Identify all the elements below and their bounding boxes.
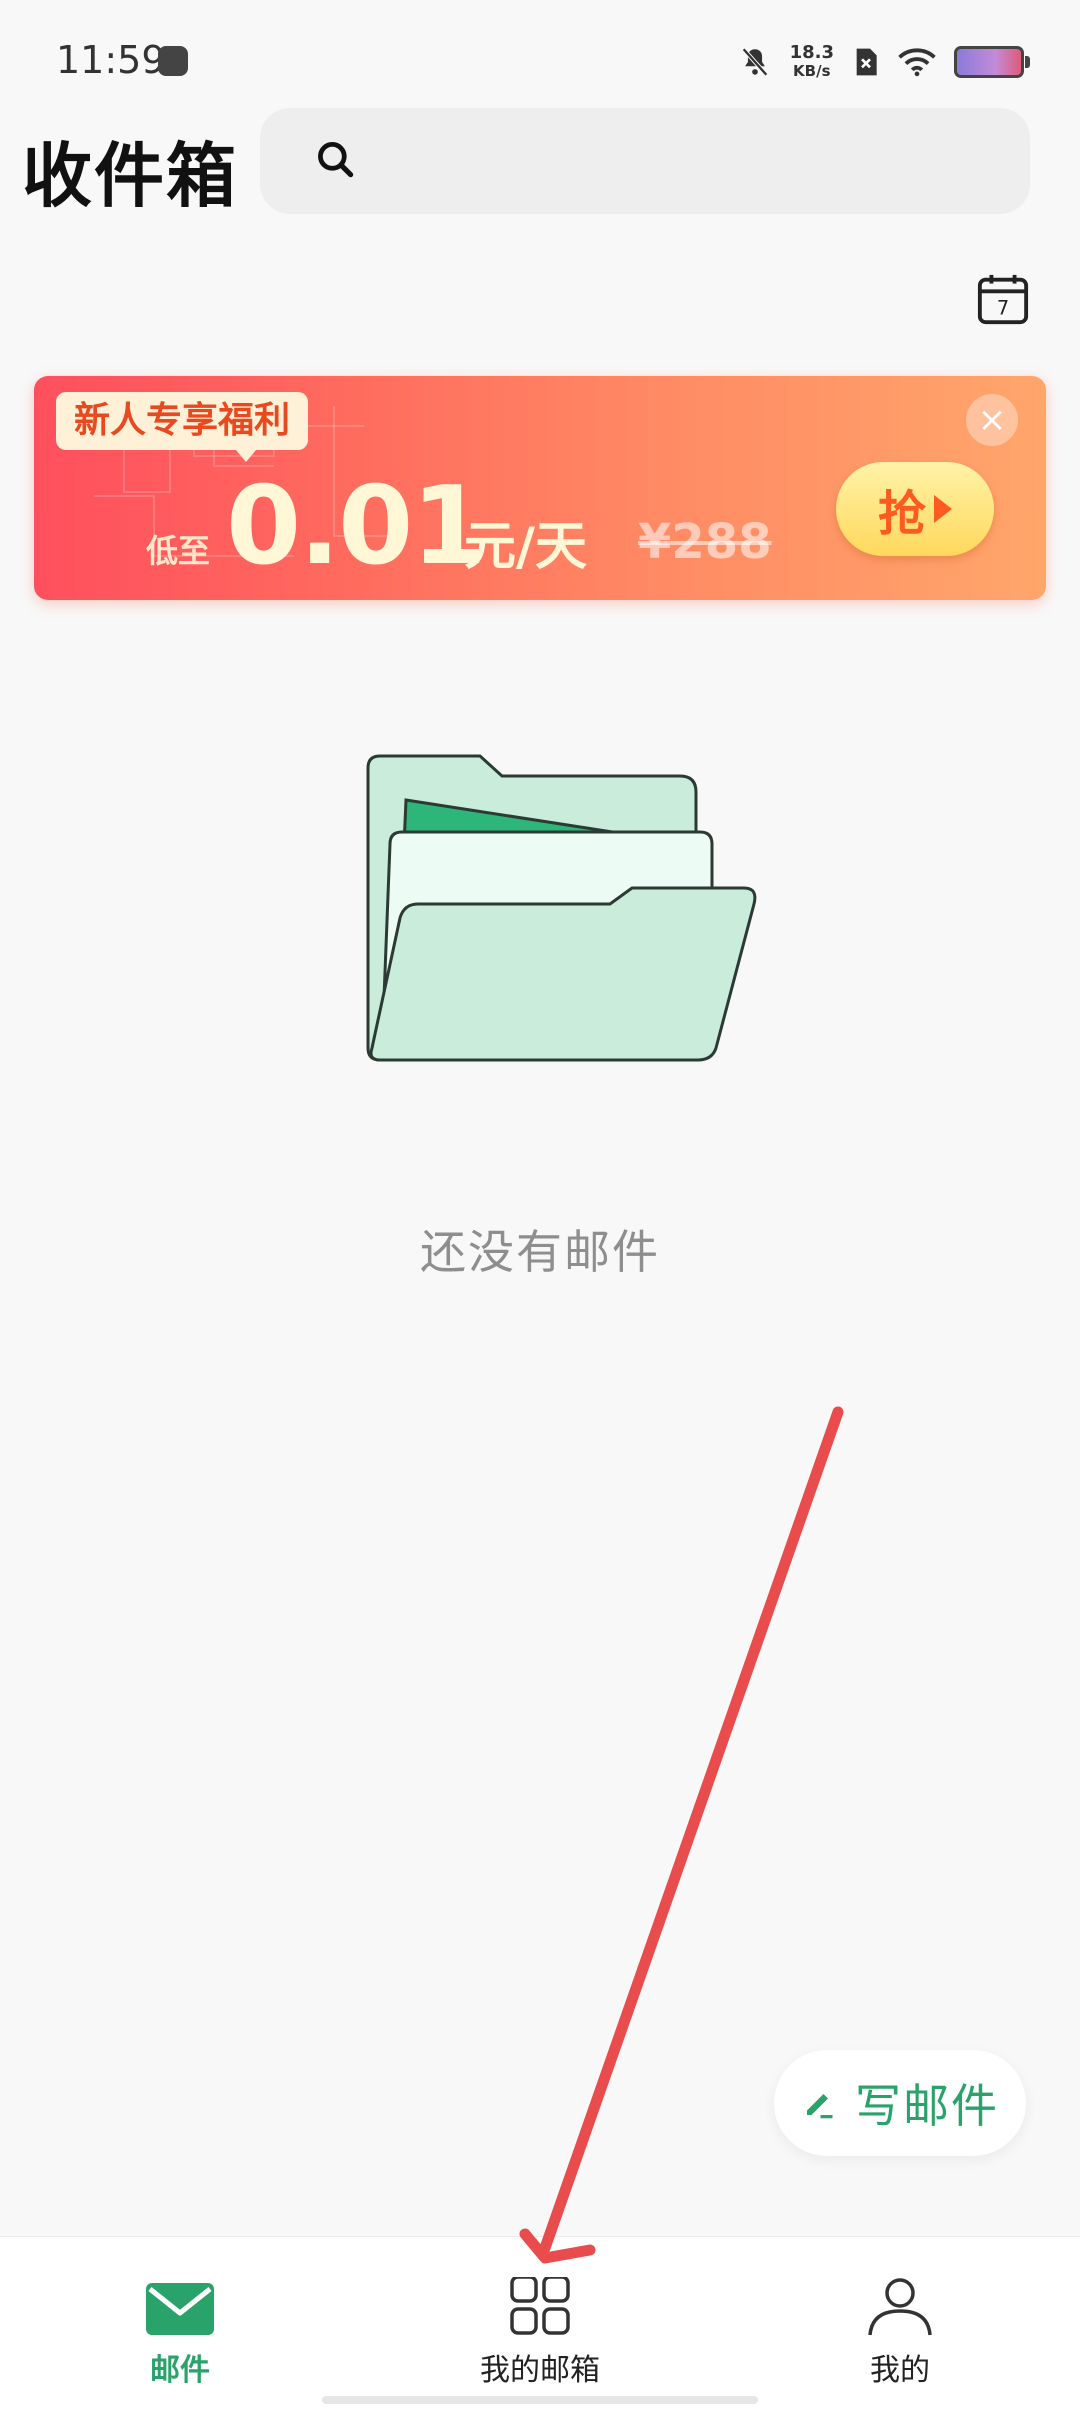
page-title: 收件箱 bbox=[22, 135, 238, 217]
person-icon bbox=[868, 2278, 932, 2336]
nav-item-label: 邮件 bbox=[150, 2353, 210, 2388]
net-speed-unit: KB/s bbox=[793, 62, 831, 80]
battery-icon bbox=[954, 46, 1030, 78]
mute-bell-icon bbox=[741, 47, 768, 77]
pencil-icon bbox=[807, 2094, 833, 2119]
nav-item-label: 我的 bbox=[870, 2353, 930, 2388]
search-icon bbox=[318, 142, 354, 178]
home-indicator bbox=[322, 2396, 758, 2404]
nav-item-my-mailbox[interactable]: 我的邮箱 bbox=[430, 2237, 650, 2409]
grab-button[interactable]: 抢 bbox=[836, 462, 994, 556]
status-time: 11:59 bbox=[56, 38, 166, 82]
nav-item-mail[interactable]: 邮件 bbox=[70, 2237, 290, 2409]
status-icons: 18.3 KB/s bbox=[738, 42, 1030, 82]
nav-item-me[interactable]: 我的 bbox=[790, 2237, 1010, 2409]
promo-tag: 新人专享福利 bbox=[56, 392, 309, 462]
calendar-icon[interactable]: 7 bbox=[976, 272, 1030, 326]
net-speed-value: 18.3 bbox=[789, 42, 834, 63]
search-input[interactable] bbox=[260, 108, 1030, 214]
grab-button-label: 抢 bbox=[877, 486, 926, 542]
wifi-icon bbox=[898, 48, 936, 77]
play-arrow-icon bbox=[934, 495, 952, 523]
promo-prefix: 低至 bbox=[146, 532, 211, 570]
grid-icon bbox=[510, 2277, 570, 2335]
status-bar: 11:59 18.3 KB/s bbox=[0, 0, 1080, 120]
promo-original-price: ¥288 bbox=[638, 514, 772, 570]
net-speed: 18.3 KB/s bbox=[789, 42, 834, 81]
compose-button-label: 写邮件 bbox=[855, 2079, 999, 2133]
promo-unit: 元/天 bbox=[464, 517, 587, 577]
bottom-nav: 邮件 我的邮箱 我的 bbox=[0, 2236, 1080, 2409]
sim-off-icon bbox=[856, 48, 877, 76]
promo-price: 0.01 bbox=[226, 464, 486, 589]
annotation-arrow bbox=[519, 1406, 844, 2264]
shopping-bag-icon bbox=[158, 46, 188, 76]
calendar-day: 7 bbox=[997, 296, 1009, 319]
promo-banner[interactable]: 新人专享福利 × 低至 0.01 元/天 ¥288 抢 bbox=[34, 376, 1046, 600]
close-icon[interactable]: × bbox=[966, 394, 1018, 446]
nav-item-label: 我的邮箱 bbox=[480, 2353, 600, 2388]
empty-folder-illustration bbox=[366, 754, 757, 1062]
compose-button[interactable]: 写邮件 bbox=[774, 2050, 1026, 2156]
empty-state-text: 还没有邮件 bbox=[420, 1225, 660, 1279]
mail-icon bbox=[146, 2283, 214, 2335]
